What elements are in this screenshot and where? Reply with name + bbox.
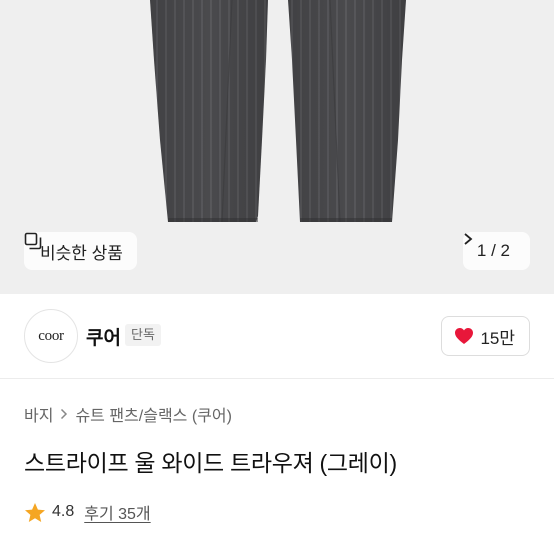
like-button[interactable]: 15만 — [441, 316, 530, 356]
heart-icon — [454, 327, 474, 345]
breadcrumb-category[interactable]: 바지 — [24, 402, 53, 426]
star-icon — [24, 502, 46, 523]
review-count-link[interactable]: 후기 35개 — [84, 500, 150, 524]
similar-products-label: 비슷한 상품 — [40, 243, 123, 263]
brand-name[interactable]: 쿠어 — [86, 323, 121, 350]
product-title: 스트라이프 울 와이드 트라우져 (그레이) — [24, 450, 397, 476]
breadcrumb-subcategory[interactable]: 슈트 팬츠/슬랙스 (쿠어) — [75, 402, 231, 426]
rating-score: 4.8 — [52, 503, 75, 520]
brand-logo[interactable]: coor — [24, 309, 78, 363]
product-image-gallery[interactable]: 비슷한 상품 1 / 2 — [0, 0, 554, 294]
brand-row: coor 쿠어 단독 15만 — [0, 294, 554, 379]
image-page-indicator[interactable]: 1 / 2 — [462, 232, 530, 270]
chevron-right-icon — [60, 408, 68, 420]
brand-logo-text: coor — [38, 327, 64, 344]
exclusive-badge: 단독 — [125, 324, 161, 346]
breadcrumb: 바지 슈트 팬츠/슬랙스 (쿠어) — [24, 402, 232, 426]
similar-products-button[interactable]: 비슷한 상품 — [24, 232, 137, 270]
like-count: 15만 — [480, 328, 515, 348]
rating-row: 4.8 후기 35개 — [24, 500, 151, 524]
page-indicator-text: 1 / 2 — [476, 241, 510, 260]
